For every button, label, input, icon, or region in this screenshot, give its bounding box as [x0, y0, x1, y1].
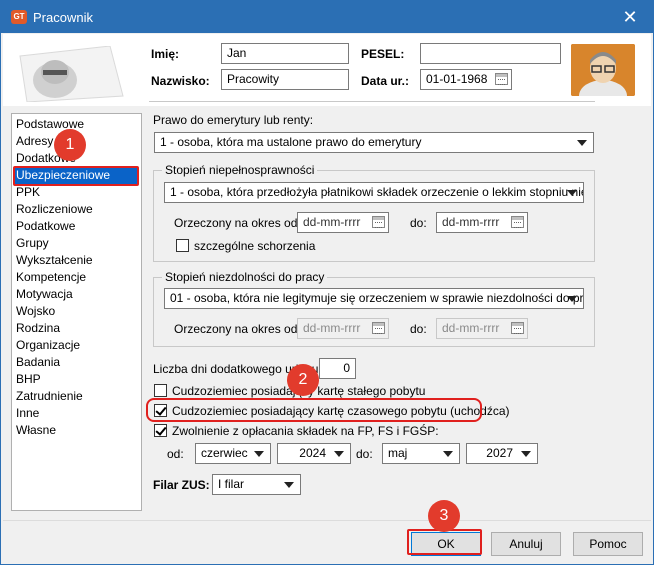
close-icon[interactable]: ✕	[607, 1, 653, 33]
disability-to-placeholder: dd-mm-rrrr	[442, 215, 500, 229]
chevron-down-icon	[254, 451, 264, 457]
exemption-to-label: do:	[356, 447, 373, 461]
calendar-icon[interactable]	[511, 322, 524, 334]
from-month-value: czerwiec	[201, 446, 248, 460]
cancel-button[interactable]: Anuluj	[491, 532, 561, 556]
app-logo-icon: GT	[11, 10, 27, 24]
sidebar-item-podatkowe[interactable]: Podatkowe	[16, 218, 75, 235]
incapacity-group-title: Stopień niezdolności do pracy	[162, 270, 328, 284]
birth-date-label: Data ur.:	[361, 74, 410, 88]
disability-to-label: do:	[410, 216, 427, 230]
calendar-icon[interactable]	[372, 322, 385, 334]
last-name-field[interactable]: Pracowity	[221, 69, 349, 90]
disability-to-date[interactable]: dd-mm-rrrr	[436, 212, 528, 233]
title-bar[interactable]: GT Pracownik ✕	[1, 1, 653, 33]
pesel-field[interactable]	[420, 43, 561, 64]
to-month-value: maj	[388, 446, 408, 460]
sidebar-item-kompetencje[interactable]: Kompetencje	[16, 269, 86, 286]
window-title: Pracownik	[33, 10, 93, 25]
incapacity-to-placeholder: dd-mm-rrrr	[442, 321, 500, 335]
incapacity-from-date[interactable]: dd-mm-rrrr	[297, 318, 389, 339]
disability-from-placeholder: dd-mm-rrrr	[303, 215, 361, 229]
highlight-ubezpieczeniowe	[13, 166, 139, 186]
from-year-stepper[interactable]: 2024	[277, 443, 351, 464]
incapacity-to-date[interactable]: dd-mm-rrrr	[436, 318, 528, 339]
sidebar-item-wyksztalcenie[interactable]: Wykształcenie	[16, 252, 93, 269]
exemption-label: Zwolnienie z opłacania składek na FP, FS…	[172, 424, 439, 438]
incapacity-period-label: Orzeczony na okres od:	[174, 322, 301, 336]
incapacity-group: Stopień niezdolności do pracy 01 - osoba…	[153, 270, 595, 347]
chevron-down-icon	[334, 451, 344, 457]
disability-value: 1 - osoba, która przedłożyła płatnikowi …	[170, 185, 584, 199]
incapacity-from-placeholder: dd-mm-rrrr	[303, 321, 361, 335]
to-year-value: 2027	[486, 446, 513, 460]
incapacity-to-label: do:	[410, 322, 427, 336]
chevron-down-icon	[521, 451, 531, 457]
help-button[interactable]: Pomoc	[573, 532, 643, 556]
chevron-down-icon	[567, 296, 577, 302]
chevron-down-icon	[577, 140, 587, 146]
chevron-down-icon	[567, 190, 577, 196]
sidebar-item-organizacje[interactable]: Organizacje	[16, 337, 80, 354]
to-month-dropdown[interactable]: maj	[382, 443, 460, 464]
extra-leave-field[interactable]: 0	[319, 358, 356, 379]
exemption-from-label: od:	[167, 447, 184, 461]
calendar-icon[interactable]	[495, 73, 508, 85]
incapacity-value: 01 - osoba, która nie legitymuje się orz…	[170, 291, 584, 305]
highlight-foreigner-temporary	[146, 398, 482, 422]
sidebar-item-adresy[interactable]: Adresy	[16, 133, 53, 150]
chevron-down-icon	[284, 482, 294, 488]
calendar-icon[interactable]	[372, 216, 385, 228]
pesel-label: PESEL:	[361, 47, 405, 61]
special-conditions-label: szczególne schorzenia	[194, 239, 316, 253]
birth-date-value: 01-01-1968	[426, 72, 488, 86]
special-conditions-checkbox[interactable]	[176, 239, 189, 252]
sidebar-item-grupy[interactable]: Grupy	[16, 235, 49, 252]
employee-photo-placeholder-icon	[19, 46, 124, 102]
disability-from-date[interactable]: dd-mm-rrrr	[297, 212, 389, 233]
first-name-field[interactable]: Jan	[221, 43, 349, 64]
pension-value: 1 - osoba, która ma ustalone prawo do em…	[160, 135, 422, 149]
sidebar-item-zatrudnienie[interactable]: Zatrudnienie	[16, 388, 83, 405]
step-badge-3: 3	[428, 500, 460, 532]
disability-group-title: Stopień niepełnosprawności	[162, 163, 318, 177]
pension-dropdown[interactable]: 1 - osoba, która ma ustalone prawo do em…	[154, 132, 594, 153]
sidebar-item-inne[interactable]: Inne	[16, 405, 39, 422]
to-year-stepper[interactable]: 2027	[466, 443, 538, 464]
zus-label: Filar ZUS:	[153, 478, 210, 492]
step-badge-2: 2	[287, 364, 319, 396]
chevron-down-icon	[443, 451, 453, 457]
sidebar-item-rozliczeniowe[interactable]: Rozliczeniowe	[16, 201, 93, 218]
calendar-icon[interactable]	[511, 216, 524, 228]
last-name-label: Nazwisko:	[151, 74, 210, 88]
sidebar-item-ppk[interactable]: PPK	[16, 184, 40, 201]
sidebar-item-rodzina[interactable]: Rodzina	[16, 320, 60, 337]
first-name-label: Imię:	[151, 47, 180, 61]
birth-date-field[interactable]: 01-01-1968	[420, 69, 512, 90]
incapacity-dropdown[interactable]: 01 - osoba, która nie legitymuje się orz…	[164, 288, 584, 309]
pension-label: Prawo do emerytury lub renty:	[153, 113, 314, 127]
sidebar-item-wojsko[interactable]: Wojsko	[16, 303, 55, 320]
from-year-value: 2024	[299, 446, 326, 460]
sidebar-item-bhp[interactable]: BHP	[16, 371, 41, 388]
foreigner-permanent-checkbox[interactable]	[154, 384, 167, 397]
employee-header: Imię: Jan Nazwisko: Pracowity PESEL: Dat…	[3, 34, 651, 106]
sidebar-item-badania[interactable]: Badania	[16, 354, 60, 371]
sidebar-item-wlasne[interactable]: Własne	[16, 422, 56, 439]
dialog-footer: OK Anuluj Pomoc	[3, 520, 651, 564]
disability-period-label: Orzeczony na okres od:	[174, 216, 301, 230]
highlight-ok-button	[407, 529, 482, 555]
disability-group: Stopień niepełnosprawności 1 - osoba, kt…	[153, 163, 595, 262]
zus-value: I filar	[218, 477, 245, 491]
employee-avatar-icon	[571, 44, 635, 96]
exemption-checkbox[interactable]	[154, 424, 167, 437]
from-month-dropdown[interactable]: czerwiec	[195, 443, 271, 464]
disability-dropdown[interactable]: 1 - osoba, która przedłożyła płatnikowi …	[164, 182, 584, 203]
sidebar-item-motywacja[interactable]: Motywacja	[16, 286, 73, 303]
employee-dialog: GT Pracownik ✕ Imię: Jan Nazwisko: Praco…	[0, 0, 654, 565]
step-badge-1: 1	[54, 129, 86, 161]
zus-dropdown[interactable]: I filar	[212, 474, 301, 495]
header-separator	[149, 101, 595, 102]
